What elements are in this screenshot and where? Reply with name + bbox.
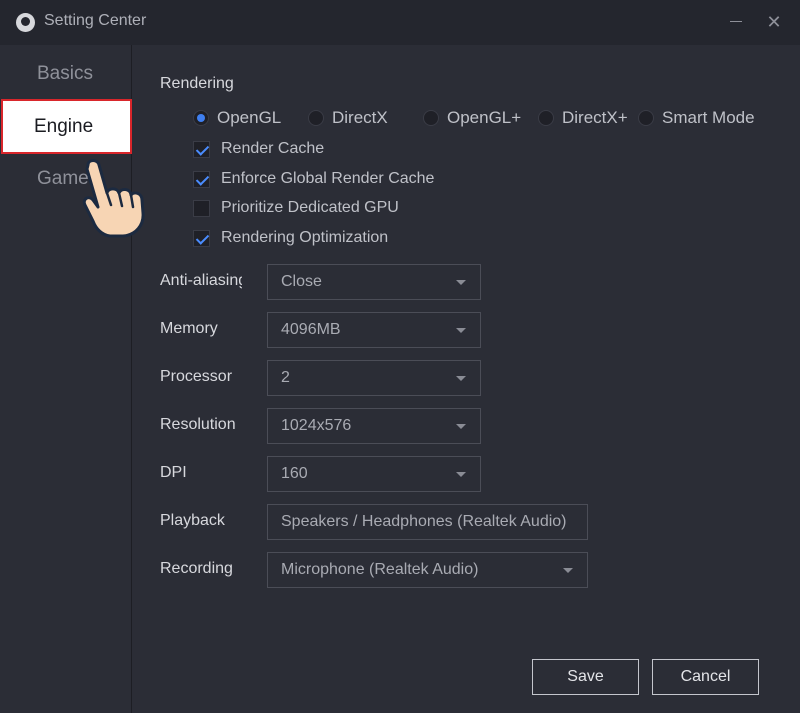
radio-unselected-icon bbox=[308, 110, 324, 126]
checkbox-checked-icon bbox=[193, 171, 210, 188]
playback-select[interactable]: Speakers / Headphones (Realtek Audio) bbox=[267, 504, 588, 540]
resolution-label: Resolution bbox=[160, 416, 236, 433]
dpi-label: DPI bbox=[160, 464, 187, 481]
processor-select[interactable]: 2 bbox=[267, 360, 481, 396]
checkbox-unchecked-icon bbox=[193, 200, 210, 217]
cancel-button[interactable]: Cancel bbox=[652, 659, 759, 695]
radio-unselected-icon bbox=[538, 110, 554, 126]
render-mode-group: OpenGL DirectX OpenGL+ DirectX+ Smart Mo… bbox=[193, 107, 773, 129]
sidebar-item-game[interactable]: Game bbox=[0, 153, 132, 205]
playback-label: Playback bbox=[160, 512, 225, 529]
chevron-down-icon bbox=[456, 424, 466, 429]
minimize-button[interactable] bbox=[724, 10, 748, 34]
radio-selected-icon bbox=[193, 110, 209, 126]
chevron-down-icon bbox=[456, 472, 466, 477]
chevron-down-icon bbox=[456, 280, 466, 285]
sidebar-item-basics[interactable]: Basics bbox=[0, 48, 132, 100]
checkbox-checked-icon bbox=[193, 230, 210, 247]
save-button[interactable]: Save bbox=[532, 659, 639, 695]
settings-panel: Rendering OpenGL DirectX OpenGL+ DirectX… bbox=[133, 45, 800, 713]
window-title: Setting Center bbox=[44, 12, 147, 29]
processor-label: Processor bbox=[160, 368, 233, 385]
resolution-select[interactable]: 1024x576 bbox=[267, 408, 481, 444]
rendering-section-title: Rendering bbox=[160, 75, 234, 92]
dpi-select[interactable]: 160 bbox=[267, 456, 481, 492]
chevron-down-icon bbox=[563, 568, 573, 573]
chevron-down-icon bbox=[456, 328, 466, 333]
checkbox-checked-icon bbox=[193, 141, 210, 158]
anti-aliasing-label: Anti-aliasing bbox=[160, 272, 242, 289]
recording-select[interactable]: Microphone (Realtek Audio) bbox=[267, 552, 588, 588]
close-button[interactable]: ✕ bbox=[762, 10, 786, 34]
radio-unselected-icon bbox=[638, 110, 654, 126]
radio-smart-mode[interactable]: Smart Mode bbox=[638, 107, 768, 129]
memory-select[interactable]: 4096MB bbox=[267, 312, 481, 348]
title-bar: Setting Center ✕ bbox=[0, 0, 800, 45]
chevron-down-icon bbox=[456, 376, 466, 381]
memory-label: Memory bbox=[160, 320, 218, 337]
recording-label: Recording bbox=[160, 560, 233, 577]
sidebar: Basics Game Engine bbox=[0, 45, 132, 713]
radio-unselected-icon bbox=[423, 110, 439, 126]
app-logo-icon bbox=[16, 13, 35, 32]
anti-aliasing-select[interactable]: Close bbox=[267, 264, 481, 300]
sidebar-item-engine[interactable]: Engine bbox=[1, 99, 132, 154]
